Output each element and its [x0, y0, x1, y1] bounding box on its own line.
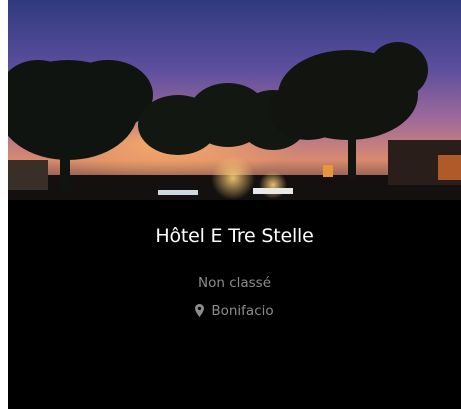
hotel-location: Bonifacio [8, 301, 461, 323]
map-marker-icon [195, 303, 205, 323]
hotel-name[interactable]: Hôtel E Tre Stelle [8, 222, 461, 250]
hotel-rating: Non classé [197, 275, 272, 291]
hotel-location-label: Bonifacio [211, 303, 274, 319]
hotel-photo[interactable] [8, 0, 461, 200]
hotel-card[interactable]: Hôtel E Tre Stelle Non classé Bonifacio [8, 0, 461, 409]
